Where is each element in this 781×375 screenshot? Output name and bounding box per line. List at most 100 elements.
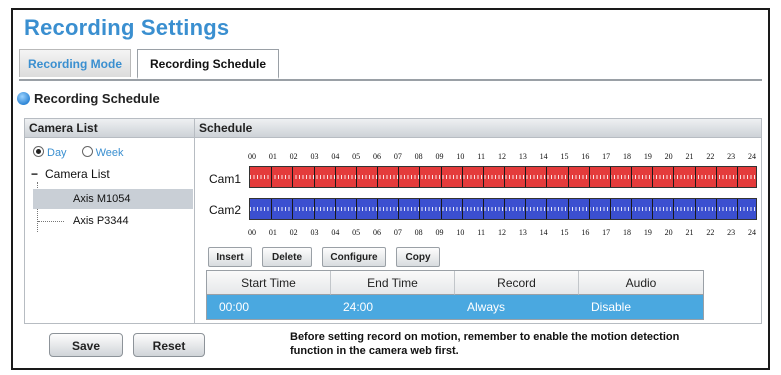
radio-selected-icon: [33, 146, 44, 157]
hour-label: 09: [435, 152, 444, 161]
cell-record: Always: [455, 295, 579, 319]
hour-label: 21: [685, 228, 694, 237]
hour-label: 14: [539, 152, 548, 161]
hour-tick: [419, 199, 421, 219]
hour-label: 20: [664, 228, 673, 237]
hour-label: 23: [727, 228, 736, 237]
hour-scale-bottom: 00 01 02 03 04 05 06 07 08 09 10 11 12 13 14 15 16 17 18 19…: [222, 228, 762, 240]
radio-unselected-icon: [81, 146, 93, 157]
hour-label: 14: [539, 228, 548, 237]
hour-tick: [482, 167, 484, 187]
hour-tick: [504, 167, 505, 187]
camera-list-pane: Day Week − Camera List Axis M1054 Axis P3…: [25, 138, 195, 323]
column-header-record: Record: [455, 271, 579, 295]
track-stripe: [250, 207, 756, 211]
hour-label: 16: [581, 152, 590, 161]
hour-label: 03: [310, 152, 319, 161]
hour-tick: [419, 167, 421, 187]
hour-label: 05: [352, 152, 361, 161]
track-label-cam1: Cam1: [209, 172, 242, 186]
hour-label: 04: [331, 228, 340, 237]
hour-tick: [440, 199, 442, 219]
section-title: Recording Schedule: [34, 91, 160, 106]
hour-label: 11: [477, 228, 486, 237]
configure-button[interactable]: Configure: [322, 247, 386, 267]
hour-label: 12: [498, 152, 506, 161]
hour-tick: [588, 167, 590, 187]
copy-button[interactable]: Copy: [396, 247, 440, 267]
save-button[interactable]: Save: [49, 333, 123, 357]
hour-label: 22: [706, 152, 715, 161]
hour-tick: [652, 199, 654, 219]
hour-tick: [398, 167, 400, 187]
cell-start-time: 00:00: [207, 295, 331, 319]
hour-tick: [715, 199, 717, 219]
hour-label: 22: [706, 228, 715, 237]
hour-tick: [736, 199, 738, 219]
hour-label: 11: [477, 152, 486, 161]
hour-label: 18: [623, 152, 631, 161]
collapse-minus-icon[interactable]: −: [31, 167, 41, 181]
hour-tick: [546, 167, 548, 187]
hour-tick: [631, 167, 632, 187]
hour-tick: [292, 167, 294, 187]
hour-tick: [271, 199, 273, 219]
hour-tick: [546, 199, 548, 219]
hour-label: 20: [664, 152, 673, 161]
hour-tick: [525, 199, 527, 219]
hour-label: 23: [727, 152, 736, 161]
hour-label: 02: [289, 152, 298, 161]
hour-label: 00: [248, 228, 256, 237]
tree-root[interactable]: − Camera List: [31, 167, 110, 181]
hour-tick: [694, 199, 696, 219]
tab-bar: Recording Mode Recording Schedule: [19, 49, 762, 81]
tab-recording-schedule[interactable]: Recording Schedule: [137, 49, 279, 79]
insert-button[interactable]: Insert: [208, 247, 252, 267]
hour-tick: [588, 199, 590, 219]
radio-day[interactable]: Day: [33, 146, 67, 159]
hour-tick: [694, 167, 696, 187]
hour-tick: [440, 167, 442, 187]
hour-scale-top: 00 01 02 03 04 05 06 07 08 09 10 11 12 13 14 15 16 17 18 19…: [222, 152, 762, 164]
schedule-header: Schedule: [195, 119, 761, 138]
camera-list-header: Camera List: [25, 119, 195, 138]
hour-label: 13: [518, 152, 527, 161]
radio-week-label: Week: [95, 147, 124, 159]
camera-item-axis-m1054[interactable]: Axis M1054: [33, 189, 193, 209]
hour-label: 13: [518, 228, 527, 237]
hour-tick: [631, 199, 632, 219]
hour-label: 15: [560, 228, 569, 237]
view-mode-radios: Day Week: [33, 146, 124, 159]
hour-label: 08: [414, 152, 423, 161]
hour-label: 19: [643, 228, 652, 237]
hour-tick: [334, 199, 336, 219]
hour-tick: [525, 167, 527, 187]
hour-tick: [461, 199, 463, 219]
cam1-schedule-track[interactable]: [249, 166, 757, 188]
hour-tick: [673, 167, 675, 187]
hour-tick: [355, 167, 357, 187]
camera-item-axis-p3344[interactable]: Axis P3344: [33, 211, 193, 231]
reset-button[interactable]: Reset: [133, 333, 205, 357]
hour-label: 16: [581, 228, 590, 237]
hour-label: 05: [352, 228, 361, 237]
hour-tick: [673, 199, 675, 219]
track-stripe: [250, 175, 756, 179]
hour-label: 24: [748, 228, 756, 237]
hour-label: 07: [393, 228, 402, 237]
motion-note: Before setting record on motion, remembe…: [290, 330, 750, 358]
radio-week[interactable]: Week: [81, 146, 124, 159]
hour-label: 19: [643, 152, 652, 161]
hour-label: 09: [435, 228, 444, 237]
hour-tick: [609, 199, 611, 219]
delete-button[interactable]: Delete: [262, 247, 312, 267]
tab-recording-mode[interactable]: Recording Mode: [19, 49, 131, 77]
hour-label: 01: [268, 152, 277, 161]
cam2-schedule-track[interactable]: [249, 198, 757, 220]
hour-label: 07: [393, 152, 402, 161]
motion-note-line1: Before setting record on motion, remembe…: [290, 331, 680, 343]
hour-tick: [355, 199, 357, 219]
hour-label: 04: [331, 152, 340, 161]
hour-tick: [461, 167, 463, 187]
hour-tick: [292, 199, 294, 219]
